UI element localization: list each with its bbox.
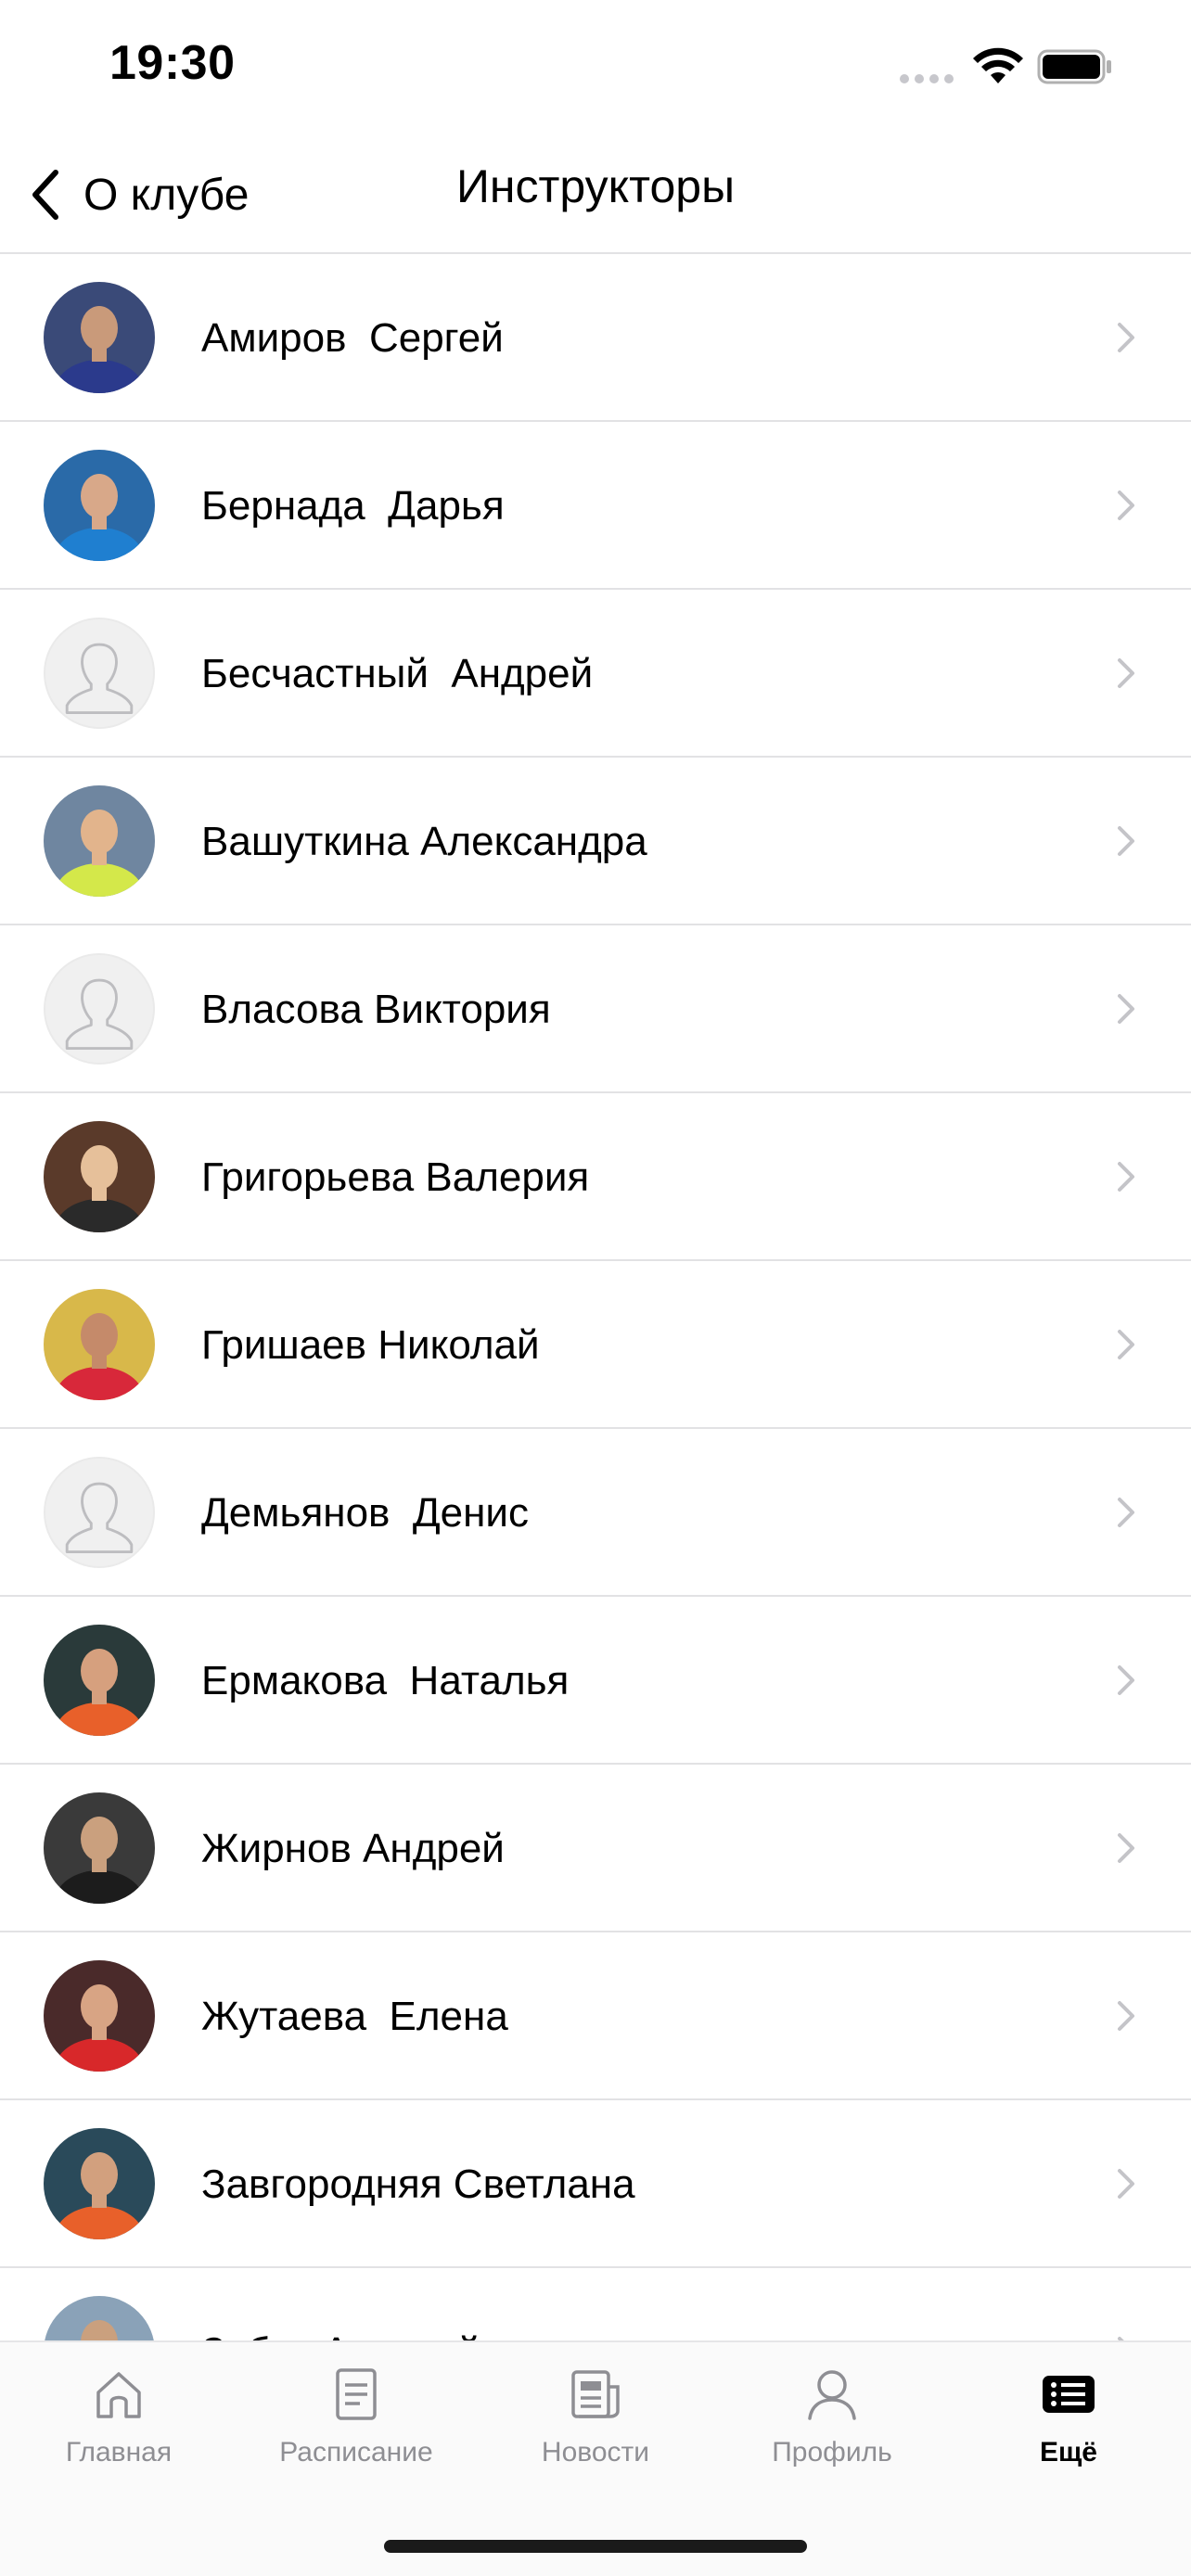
- chevron-right-icon: [1118, 1330, 1134, 1359]
- avatar-photo: [44, 2128, 155, 2239]
- instructor-row[interactable]: Вашуткина Александра: [0, 758, 1191, 925]
- status-time: 19:30: [109, 36, 236, 90]
- chevron-right-icon: [1118, 826, 1134, 856]
- news-icon: [503, 2365, 688, 2424]
- tab-label: Ещё: [1039, 2437, 1097, 2468]
- more-icon: [976, 2365, 1161, 2424]
- instructor-row[interactable]: Амиров Сергей: [0, 254, 1191, 422]
- avatar-placeholder-icon: [44, 953, 155, 1065]
- chevron-right-icon: [1118, 491, 1134, 520]
- avatar-photo: [44, 785, 155, 897]
- avatar-photo: [44, 1289, 155, 1400]
- instructor-row[interactable]: Бесчастный Андрей: [0, 590, 1191, 758]
- tab-profile[interactable]: Профиль: [739, 2365, 925, 2468]
- instructor-row[interactable]: Григорьева Валерия: [0, 1093, 1191, 1261]
- chevron-right-icon: [1118, 2337, 1124, 2340]
- tab-home[interactable]: Главная: [26, 2365, 211, 2468]
- instructor-name: Бесчастный Андрей: [201, 651, 594, 696]
- tab-label: Расписание: [279, 2437, 433, 2468]
- wifi-icon: [973, 47, 1023, 83]
- battery-icon: [1037, 49, 1111, 84]
- instructor-name: Гришаев Николай: [201, 1322, 540, 1368]
- home-icon: [26, 2365, 211, 2424]
- instructor-name: Григорьева Валерия: [201, 1154, 590, 1200]
- chevron-right-icon: [1118, 2169, 1134, 2199]
- avatar-placeholder-icon: [44, 1457, 155, 1568]
- instructor-name: Вашуткина Александра: [201, 819, 647, 864]
- instructor-name: Завгородняя Светлана: [201, 2162, 635, 2207]
- instructor-row[interactable]: Гришаев Николай: [0, 1261, 1191, 1429]
- instructor-row[interactable]: Жирнов Андрей: [0, 1765, 1191, 1932]
- avatar-photo: [44, 1960, 155, 2072]
- instructor-name: Демьянов Денис: [201, 1490, 530, 1536]
- instructor-name: Амиров Сергей: [201, 315, 504, 361]
- instructor-row[interactable]: Жутаева Елена: [0, 1932, 1191, 2100]
- avatar-photo: [44, 1121, 155, 1232]
- instructor-name: Ермакова Наталья: [201, 1658, 570, 1703]
- instructor-row[interactable]: Ермакова Наталья: [0, 1597, 1191, 1765]
- tab-news[interactable]: Новости: [503, 2365, 688, 2468]
- chevron-right-icon: [1118, 994, 1134, 1024]
- instructor-row[interactable]: Бернада Дарья: [0, 422, 1191, 590]
- avatar-photo: [44, 1625, 155, 1736]
- screen: 19:30 О клубе Инструкторы Амиров Сергей Б…: [0, 0, 1191, 2576]
- status-bar: 19:30: [0, 0, 1191, 139]
- tab-label: Новости: [541, 2437, 650, 2468]
- instructor-row[interactable]: Зубко Алексей: [0, 2268, 1191, 2340]
- instructor-list: Амиров Сергей Бернада Дарья Бесчастный Анд…: [0, 254, 1191, 2340]
- page-title: Инструкторы: [455, 160, 736, 212]
- instructor-row[interactable]: Власова Виктория: [0, 925, 1191, 1093]
- tab-more[interactable]: Ещё: [976, 2365, 1161, 2468]
- tab-label: Профиль: [772, 2437, 892, 2468]
- chevron-right-icon: [1118, 323, 1134, 352]
- instructor-name: Зубко Алексей: [201, 2268, 480, 2340]
- instructor-name: Власова Виктория: [201, 987, 551, 1032]
- chevron-right-icon: [1118, 658, 1134, 688]
- avatar-photo: [44, 282, 155, 393]
- chevron-right-icon: [1118, 2001, 1134, 2031]
- chevron-right-icon: [1118, 1833, 1134, 1863]
- avatar-photo: [44, 2296, 155, 2340]
- avatar-photo: [44, 450, 155, 561]
- profile-icon: [739, 2365, 925, 2424]
- home-indicator: [384, 2540, 807, 2553]
- avatar-photo: [44, 1792, 155, 1904]
- chevron-right-icon: [1118, 1498, 1134, 1527]
- navigation-bar: О клубе Инструкторы: [0, 139, 1191, 254]
- chevron-right-icon: [1118, 1665, 1134, 1695]
- avatar-placeholder-icon: [44, 618, 155, 729]
- chevron-right-icon: [1118, 1162, 1134, 1192]
- instructor-row[interactable]: Завгородняя Светлана: [0, 2100, 1191, 2268]
- instructor-name: Бернада Дарья: [201, 483, 505, 529]
- instructor-row[interactable]: Демьянов Денис: [0, 1429, 1191, 1597]
- tab-label: Главная: [65, 2437, 173, 2468]
- instructor-name: Жутаева Елена: [201, 1994, 508, 2039]
- cellular-signal-icon: [900, 74, 954, 83]
- tab-schedule[interactable]: Расписание: [263, 2365, 449, 2468]
- instructor-name: Жирнов Андрей: [201, 1826, 505, 1871]
- schedule-icon: [263, 2365, 449, 2424]
